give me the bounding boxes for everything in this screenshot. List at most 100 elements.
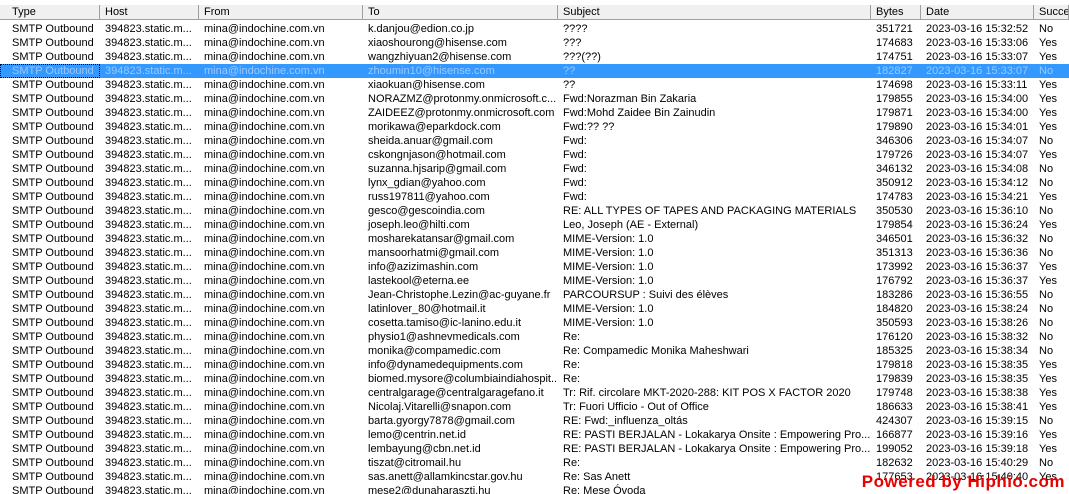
cell-from: mina@indochine.com.vn (204, 303, 325, 315)
cell-from: mina@indochine.com.vn (204, 107, 325, 119)
cell-subject: MIME-Version: 1.0 (563, 261, 654, 273)
column-header-host[interactable]: Host (100, 5, 199, 20)
cell-bytes: 346132 (876, 163, 913, 175)
table-row[interactable]: SMTP Outbound 394823.static.m... mina@indo… (0, 442, 1069, 456)
cell-subject: Fwd: (563, 177, 587, 189)
cell-date: 2023-03-16 15:34:12 (926, 177, 1029, 189)
table-row[interactable]: SMTP Outbound 394823.static.m... mina@indo… (0, 428, 1069, 442)
cell-bytes: 183286 (876, 289, 913, 301)
cell-host: 394823.static.m... (105, 415, 192, 427)
table-row[interactable]: SMTP Outbound 394823.static.m... mina@indo… (0, 64, 1069, 78)
cell-success: No (1039, 289, 1054, 301)
table-row[interactable]: SMTP Outbound 394823.static.m... mina@indo… (0, 162, 1069, 176)
cell-subject: Tr: Fuori Ufficio - Out of Office (563, 401, 709, 413)
table-row[interactable]: SMTP Outbound 394823.static.m... mina@indo… (0, 400, 1069, 414)
cell-subject: Re: (563, 331, 581, 343)
cell-host: 394823.static.m... (105, 219, 192, 231)
table-row[interactable]: SMTP Outbound 394823.static.m... mina@indo… (0, 190, 1069, 204)
cell-bytes: 350593 (876, 317, 913, 329)
table-row[interactable]: SMTP Outbound 394823.static.m... mina@indo… (0, 120, 1069, 134)
cell-from: mina@indochine.com.vn (204, 37, 325, 49)
cell-date: 2023-03-16 15:33:06 (926, 37, 1029, 49)
cell-subject: MIME-Version: 1.0 (563, 275, 654, 287)
cell-type: SMTP Outbound (12, 233, 94, 245)
cell-subject: Fwd:Norazman Bin Zakaria (563, 93, 697, 105)
cell-success: Yes (1039, 191, 1057, 203)
cell-date: 2023-03-16 15:38:32 (926, 331, 1029, 343)
cell-subject: MIME-Version: 1.0 (563, 317, 654, 329)
table-row[interactable]: SMTP Outbound 394823.static.m... mina@indo… (0, 232, 1069, 246)
table-row[interactable]: SMTP Outbound 394823.static.m... mina@indo… (0, 134, 1069, 148)
cell-subject: MIME-Version: 1.0 (563, 247, 654, 259)
cell-type: SMTP Outbound (12, 219, 94, 231)
table-row[interactable]: SMTP Outbound 394823.static.m... mina@indo… (0, 92, 1069, 106)
table-row[interactable]: SMTP Outbound 394823.static.m... mina@indo… (0, 372, 1069, 386)
column-header-date[interactable]: Date (921, 5, 1034, 20)
cell-success: No (1039, 303, 1054, 315)
column-header-type[interactable]: Type (0, 5, 100, 20)
table-row[interactable]: SMTP Outbound 394823.static.m... mina@indo… (0, 106, 1069, 120)
cell-subject: Fwd:Mohd Zaidee Bin Zainudin (563, 107, 716, 119)
cell-subject: ?? (563, 79, 576, 91)
table-row[interactable]: SMTP Outbound 394823.static.m... mina@indo… (0, 344, 1069, 358)
cell-type: SMTP Outbound (12, 359, 94, 371)
cell-success: Yes (1039, 443, 1057, 455)
cell-to: biomed.mysore@columbiaindiahospit... (368, 373, 558, 385)
cell-to: sheida.anuar@gmail.com (368, 135, 493, 147)
column-header-success[interactable]: Succe (1034, 5, 1069, 20)
cell-type: SMTP Outbound (12, 93, 94, 105)
cell-from: mina@indochine.com.vn (204, 23, 325, 35)
cell-bytes: 179871 (876, 107, 913, 119)
cell-type: SMTP Outbound (12, 303, 94, 315)
cell-bytes: 182827 (876, 65, 913, 77)
cell-to: lynx_gdian@yahoo.com (368, 177, 486, 189)
table-row[interactable]: SMTP Outbound 394823.static.m... mina@indo… (0, 78, 1069, 92)
cell-date: 2023-03-16 15:33:07 (926, 65, 1029, 77)
table-row[interactable]: SMTP Outbound 394823.static.m... mina@indo… (0, 288, 1069, 302)
cell-type: SMTP Outbound (12, 191, 94, 203)
cell-host: 394823.static.m... (105, 163, 192, 175)
cell-type: SMTP Outbound (12, 471, 94, 483)
cell-from: mina@indochine.com.vn (204, 219, 325, 231)
cell-type: SMTP Outbound (12, 247, 94, 259)
cell-from: mina@indochine.com.vn (204, 149, 325, 161)
cell-host: 394823.static.m... (105, 177, 192, 189)
table-row[interactable]: SMTP Outbound 394823.static.m... mina@indo… (0, 204, 1069, 218)
table-row[interactable]: SMTP Outbound 394823.static.m... mina@indo… (0, 414, 1069, 428)
cell-to: physio1@ashnevmedicals.com (368, 331, 520, 343)
cell-date: 2023-03-16 15:36:24 (926, 219, 1029, 231)
column-header-to[interactable]: To (363, 5, 558, 20)
cell-to: Jean-Christophe.Lezin@ac-guyane.fr (368, 289, 551, 301)
column-header-bytes[interactable]: Bytes (871, 5, 921, 20)
table-row[interactable]: SMTP Outbound 394823.static.m... mina@indo… (0, 330, 1069, 344)
table-row[interactable]: SMTP Outbound 394823.static.m... mina@indo… (0, 316, 1069, 330)
cell-type: SMTP Outbound (12, 443, 94, 455)
table-row[interactable]: SMTP Outbound 394823.static.m... mina@indo… (0, 246, 1069, 260)
table-row[interactable]: SMTP Outbound 394823.static.m... mina@indo… (0, 260, 1069, 274)
cell-to: zhoumin10@hisense.com (368, 65, 495, 77)
cell-host: 394823.static.m... (105, 345, 192, 357)
cell-to: gesco@gescoindia.com (368, 205, 485, 217)
table-row[interactable]: SMTP Outbound 394823.static.m... mina@indo… (0, 176, 1069, 190)
cell-success: No (1039, 233, 1054, 245)
column-header-from[interactable]: From (199, 5, 363, 20)
cell-from: mina@indochine.com.vn (204, 289, 325, 301)
table-row[interactable]: SMTP Outbound 394823.static.m... mina@indo… (0, 50, 1069, 64)
cell-success: Yes (1039, 261, 1057, 273)
table-row[interactable]: SMTP Outbound 394823.static.m... mina@indo… (0, 358, 1069, 372)
table-row[interactable]: SMTP Outbound 394823.static.m... mina@indo… (0, 22, 1069, 36)
cell-date: 2023-03-16 15:34:00 (926, 107, 1029, 119)
table-row[interactable]: SMTP Outbound 394823.static.m... mina@indo… (0, 456, 1069, 470)
table-row[interactable]: SMTP Outbound 394823.static.m... mina@indo… (0, 302, 1069, 316)
table-row[interactable]: SMTP Outbound 394823.static.m... mina@indo… (0, 218, 1069, 232)
cell-to: lembayung@cbn.net.id (368, 443, 481, 455)
cell-subject: MIME-Version: 1.0 (563, 303, 654, 315)
cell-bytes: 424307 (876, 415, 913, 427)
table-row[interactable]: SMTP Outbound 394823.static.m... mina@indo… (0, 274, 1069, 288)
cell-success: Yes (1039, 219, 1057, 231)
cell-success: Yes (1039, 107, 1057, 119)
column-header-subject[interactable]: Subject (558, 5, 871, 20)
table-row[interactable]: SMTP Outbound 394823.static.m... mina@indo… (0, 148, 1069, 162)
table-row[interactable]: SMTP Outbound 394823.static.m... mina@indo… (0, 36, 1069, 50)
table-row[interactable]: SMTP Outbound 394823.static.m... mina@indo… (0, 386, 1069, 400)
